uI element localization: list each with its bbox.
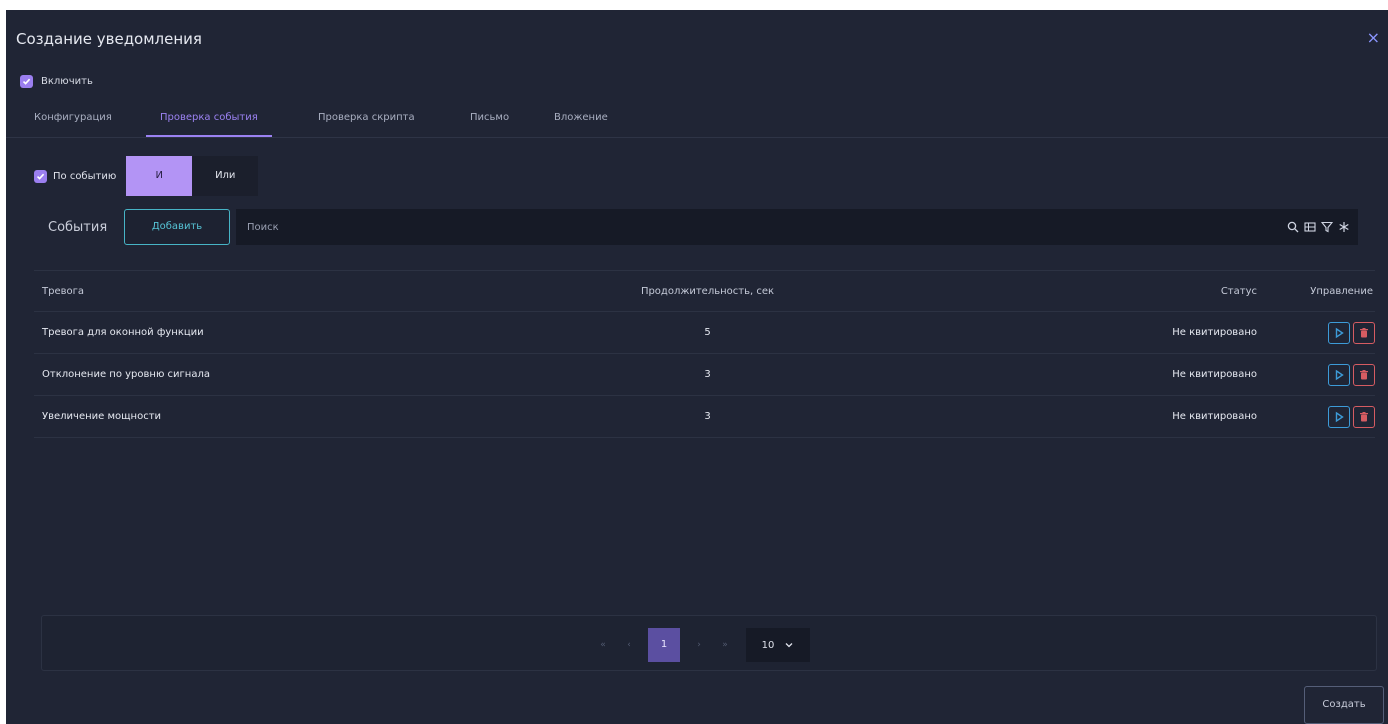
play-icon: [1335, 369, 1344, 380]
duration-cell: 5: [704, 327, 711, 338]
header-alarm[interactable]: Тревога: [34, 286, 578, 297]
events-toolbar: События Добавить: [35, 208, 1358, 246]
row-actions: [1275, 321, 1375, 344]
play-button[interactable]: [1328, 363, 1350, 386]
clear-icon[interactable]: [1338, 221, 1350, 233]
play-icon: [1335, 327, 1344, 338]
header-duration[interactable]: Продолжительность, сек: [578, 286, 837, 297]
play-button[interactable]: [1328, 405, 1350, 428]
tab-letter[interactable]: Письмо: [456, 103, 523, 137]
dialog-title: Создание уведомления: [16, 30, 202, 48]
or-option[interactable]: Или: [192, 156, 259, 196]
pagination-bar: « ‹ 1 › » 10: [41, 615, 1377, 671]
duration-cell: 3: [704, 411, 711, 422]
notification-dialog: Создание уведомления × Включить Конфигур…: [6, 10, 1388, 724]
close-icon[interactable]: ×: [1367, 30, 1380, 46]
enable-checkbox-row[interactable]: Включить: [20, 75, 93, 88]
search-input[interactable]: [247, 221, 1287, 233]
by-event-label: По событию: [53, 170, 117, 182]
trash-icon: [1360, 369, 1368, 379]
alarm-cell: Отклонение по уровню сигнала: [42, 369, 210, 380]
table-row[interactable]: Увеличение мощности 3 Не квитировано: [34, 396, 1375, 438]
prev-page-button[interactable]: ‹: [616, 640, 642, 650]
check-icon: [22, 78, 31, 85]
pagination: « ‹ 1 › » 10: [590, 628, 810, 662]
tab-configuration[interactable]: Конфигурация: [20, 103, 126, 137]
trash-icon: [1360, 411, 1368, 421]
header-actions: Управление: [1310, 285, 1373, 297]
duration-cell: 3: [704, 369, 711, 380]
next-page-button[interactable]: ›: [686, 640, 712, 650]
page-size-select[interactable]: 10: [746, 628, 810, 662]
delete-button[interactable]: [1353, 321, 1375, 344]
enable-label: Включить: [41, 76, 93, 87]
status-cell: Не квитировано: [1172, 411, 1257, 422]
columns-icon[interactable]: [1304, 221, 1316, 233]
table-row[interactable]: Тревога для оконной функции 5 Не квитиро…: [34, 312, 1375, 354]
search-icon[interactable]: [1287, 221, 1299, 233]
status-cell: Не квитировано: [1172, 369, 1257, 380]
status-cell: Не квитировано: [1172, 327, 1257, 338]
search-tools: [1287, 221, 1350, 233]
by-event-row: По событию И Или: [34, 156, 259, 196]
current-page-button[interactable]: 1: [648, 628, 680, 662]
filter-icon[interactable]: [1321, 221, 1333, 233]
tab-bar: Конфигурация Проверка события Проверка с…: [6, 103, 1388, 138]
play-icon: [1335, 411, 1344, 422]
trash-icon: [1360, 327, 1368, 337]
delete-button[interactable]: [1353, 363, 1375, 386]
events-table: Тревога Продолжительность, сек Статус Уп…: [34, 270, 1375, 438]
table-header: Тревога Продолжительность, сек Статус Уп…: [34, 270, 1375, 312]
delete-button[interactable]: [1353, 405, 1375, 428]
enable-checkbox[interactable]: [20, 75, 33, 88]
chevron-down-icon: [785, 643, 793, 648]
and-or-toggle: И Или: [126, 156, 259, 196]
check-icon: [36, 173, 45, 180]
alarm-cell: Тревога для оконной функции: [42, 327, 204, 338]
header-status[interactable]: Статус: [837, 286, 1275, 297]
create-button[interactable]: Создать: [1304, 686, 1384, 724]
and-option[interactable]: И: [126, 156, 193, 196]
table-row[interactable]: Отклонение по уровню сигнала 3 Не квитир…: [34, 354, 1375, 396]
by-event-checkbox[interactable]: [34, 169, 47, 183]
tab-script-check[interactable]: Проверка скрипта: [304, 103, 429, 137]
page-size-value: 10: [761, 639, 775, 651]
tab-attachment[interactable]: Вложение: [540, 103, 622, 137]
alarm-cell: Увеличение мощности: [42, 411, 162, 422]
events-label: События: [48, 219, 108, 235]
first-page-button[interactable]: «: [590, 640, 616, 650]
play-button[interactable]: [1328, 321, 1350, 344]
tab-event-check[interactable]: Проверка события: [146, 103, 272, 137]
add-event-button[interactable]: Добавить: [124, 209, 230, 245]
search-box: [236, 209, 1358, 245]
last-page-button[interactable]: »: [712, 640, 738, 650]
row-actions: [1275, 363, 1375, 386]
row-actions: [1275, 405, 1375, 428]
